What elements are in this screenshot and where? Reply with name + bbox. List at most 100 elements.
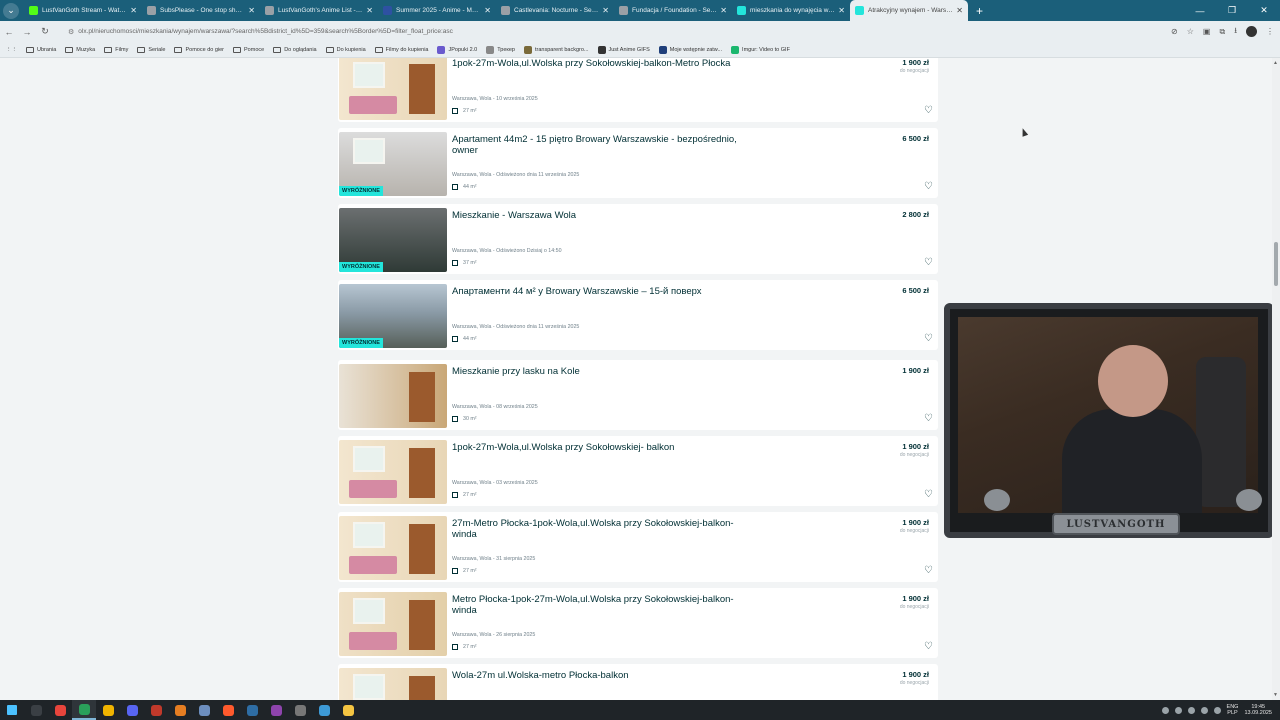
maximize-icon[interactable]: ❐ bbox=[1216, 5, 1248, 16]
taskbar-app-icon[interactable] bbox=[120, 700, 144, 720]
browser-tab[interactable]: Fundacja / Foundation - Sezon ✕ bbox=[614, 0, 732, 21]
listing-photo[interactable] bbox=[339, 440, 447, 504]
network-icon[interactable] bbox=[1200, 706, 1208, 714]
back-icon[interactable]: ← bbox=[0, 27, 18, 37]
browser-tab[interactable]: Atrakcyjny wynajem - Warszaw ✕ bbox=[850, 0, 968, 21]
bookmark-item[interactable]: Filmy bbox=[104, 46, 128, 53]
tab-close-icon[interactable]: ✕ bbox=[484, 6, 491, 15]
bookmark-item[interactable]: Pomoce bbox=[233, 46, 264, 53]
tab-close-icon[interactable]: ✕ bbox=[602, 6, 609, 15]
download-icon[interactable]: ⭳ bbox=[1234, 25, 1237, 39]
puzzle-icon[interactable]: ⧉ bbox=[1219, 27, 1225, 37]
bookmark-item[interactable]: JPopuki 2.0 bbox=[437, 45, 477, 54]
tray-icon[interactable] bbox=[1174, 706, 1182, 714]
favorite-heart-icon[interactable]: ♡ bbox=[924, 257, 933, 268]
tray-icon[interactable] bbox=[1161, 706, 1169, 714]
bookmark-item[interactable]: Ubrania bbox=[26, 46, 56, 53]
listing-title[interactable]: 27m-Metro Płocka-1pok-Wola,ul.Wolska prz… bbox=[452, 518, 752, 540]
extension-icon[interactable]: ▣ bbox=[1203, 27, 1211, 36]
tab-close-icon[interactable]: ✕ bbox=[248, 6, 255, 15]
listing-card[interactable]: WYRÓŻNIONE Mieszkanie - Warszawa Wola Wars… bbox=[338, 204, 938, 274]
taskbar-app-icon[interactable] bbox=[96, 700, 120, 720]
listing-photo[interactable] bbox=[339, 592, 447, 656]
tab-search-icon[interactable]: ⌄ bbox=[3, 2, 19, 19]
listing-photo[interactable] bbox=[339, 58, 447, 120]
scroll-down-icon[interactable]: ▼ bbox=[1273, 692, 1278, 698]
tray-icon[interactable] bbox=[1187, 706, 1195, 714]
taskbar-app-icon[interactable] bbox=[216, 700, 240, 720]
tab-close-icon[interactable]: ✕ bbox=[956, 6, 963, 15]
listing-card[interactable]: Mieszkanie przy lasku na Kole Warszawa, W… bbox=[338, 360, 938, 430]
taskbar-app-icon[interactable] bbox=[144, 700, 168, 720]
browser-tab[interactable]: LustVanGoth Stream - Watch Li ✕ bbox=[24, 0, 142, 21]
bookmark-item[interactable]: Do oglądania bbox=[273, 46, 317, 53]
taskbar-app-icon[interactable] bbox=[288, 700, 312, 720]
apps-icon[interactable]: ⋮⋮ bbox=[6, 47, 17, 53]
favorite-heart-icon[interactable]: ♡ bbox=[924, 181, 933, 192]
listing-card[interactable]: Metro Płocka-1pok-27m-Wola,ul.Wolska prz… bbox=[338, 588, 938, 658]
bookmark-item[interactable]: Muzyka bbox=[65, 46, 95, 53]
taskbar-app-icon[interactable] bbox=[48, 700, 72, 720]
listing-card[interactable]: WYRÓŻNIONE Апартаменти 44 м² у Browary Wa… bbox=[338, 280, 938, 350]
taskbar-app-icon[interactable] bbox=[168, 700, 192, 720]
site-info-icon[interactable]: ⚙ bbox=[68, 28, 74, 36]
listing-card[interactable]: 1pok-27m-Wola,ul.Wolska przy Sokołowskie… bbox=[338, 436, 938, 506]
bookmark-item[interactable]: Трекер bbox=[486, 45, 515, 54]
tracking-icon[interactable]: ⊘ bbox=[1171, 27, 1178, 36]
taskbar-app-icon[interactable] bbox=[336, 700, 360, 720]
listing-title[interactable]: Wola-27m ul.Wolska-metro Płocka-balkon bbox=[452, 670, 752, 681]
bookmark-item[interactable]: Imgur: Video to GIF bbox=[731, 45, 790, 54]
favorite-heart-icon[interactable]: ♡ bbox=[924, 413, 933, 424]
listing-title[interactable]: Mieszkanie przy lasku na Kole bbox=[452, 366, 752, 377]
address-bar[interactable]: ⚙ olx.pl/nieruchomosci/mieszkania/wynaje… bbox=[62, 24, 1162, 39]
tab-close-icon[interactable]: ✕ bbox=[130, 6, 137, 15]
listing-card[interactable]: 1pok-27m-Wola,ul.Wolska przy Sokołowskie… bbox=[338, 58, 938, 122]
listing-card[interactable]: Wola-27m ul.Wolska-metro Płocka-balkon 1 … bbox=[338, 664, 938, 700]
listing-photo[interactable]: WYRÓŻNIONE bbox=[339, 132, 447, 196]
clock[interactable]: 19:45 13.09.2025 bbox=[1244, 704, 1272, 717]
scrollbar-thumb[interactable] bbox=[1274, 242, 1278, 286]
listing-photo[interactable] bbox=[339, 668, 447, 700]
listing-title[interactable]: Apartament 44m2 - 15 piętro Browary Wars… bbox=[452, 134, 752, 156]
input-language[interactable]: ENG PLP bbox=[1227, 704, 1239, 717]
taskbar-app-icon[interactable] bbox=[72, 700, 96, 720]
bookmark-item[interactable]: Just Anime GIFS bbox=[597, 45, 650, 54]
bookmark-star-icon[interactable]: ☆ bbox=[1187, 27, 1194, 36]
start-icon[interactable] bbox=[0, 700, 24, 720]
listing-title[interactable]: Metro Płocka-1pok-27m-Wola,ul.Wolska prz… bbox=[452, 594, 752, 616]
tab-close-icon[interactable]: ✕ bbox=[366, 6, 373, 15]
taskbar-app-icon[interactable] bbox=[24, 700, 48, 720]
taskbar-app-icon[interactable] bbox=[240, 700, 264, 720]
bookmark-item[interactable]: Filmy do kupienia bbox=[374, 46, 428, 53]
listing-photo[interactable] bbox=[339, 516, 447, 580]
listing-title[interactable]: 1pok-27m-Wola,ul.Wolska przy Sokołowskie… bbox=[452, 58, 752, 69]
bookmark-item[interactable]: transparent backgro... bbox=[523, 45, 589, 54]
page-scrollbar[interactable]: ▲ ▼ bbox=[1272, 58, 1280, 700]
favorite-heart-icon[interactable]: ♡ bbox=[924, 641, 933, 652]
profile-avatar[interactable] bbox=[1246, 26, 1257, 37]
taskbar-app-icon[interactable] bbox=[192, 700, 216, 720]
listing-card[interactable]: 27m-Metro Płocka-1pok-Wola,ul.Wolska prz… bbox=[338, 512, 938, 582]
reload-icon[interactable]: ↻ bbox=[36, 26, 54, 37]
browser-tab[interactable]: Castlevania: Nocturne - Sezon ✕ bbox=[496, 0, 614, 21]
listing-title[interactable]: Mieszkanie - Warszawa Wola bbox=[452, 210, 752, 221]
favorite-heart-icon[interactable]: ♡ bbox=[924, 333, 933, 344]
favorite-heart-icon[interactable]: ♡ bbox=[924, 105, 933, 116]
listing-card[interactable]: WYRÓŻNIONE Apartament 44m2 - 15 piętro Br… bbox=[338, 128, 938, 198]
new-tab-icon[interactable]: + bbox=[976, 4, 983, 18]
tab-close-icon[interactable]: ✕ bbox=[838, 6, 845, 15]
minimize-icon[interactable]: — bbox=[1184, 6, 1216, 16]
browser-tab[interactable]: Summer 2025 - Anime - MyAni ✕ bbox=[378, 0, 496, 21]
listing-title[interactable]: 1pok-27m-Wola,ul.Wolska przy Sokołowskie… bbox=[452, 442, 752, 453]
bookmark-item[interactable]: Do kupienia bbox=[325, 46, 366, 53]
browser-tab[interactable]: SubsPlease - One stop shop fo ✕ bbox=[142, 0, 260, 21]
listing-photo[interactable]: WYRÓŻNIONE bbox=[339, 284, 447, 348]
close-window-icon[interactable]: ✕ bbox=[1248, 5, 1280, 16]
tab-close-icon[interactable]: ✕ bbox=[720, 6, 727, 15]
bookmark-item[interactable]: Seriale bbox=[137, 46, 165, 53]
forward-icon[interactable]: → bbox=[18, 27, 36, 37]
scroll-up-icon[interactable]: ▲ bbox=[1273, 60, 1278, 66]
browser-tab[interactable]: LustVanGoth's Anime List - My ✕ bbox=[260, 0, 378, 21]
bookmark-item[interactable]: Pomoce do gier bbox=[174, 46, 224, 53]
bookmark-item[interactable]: Moje wstępnie zatw... bbox=[658, 45, 722, 54]
